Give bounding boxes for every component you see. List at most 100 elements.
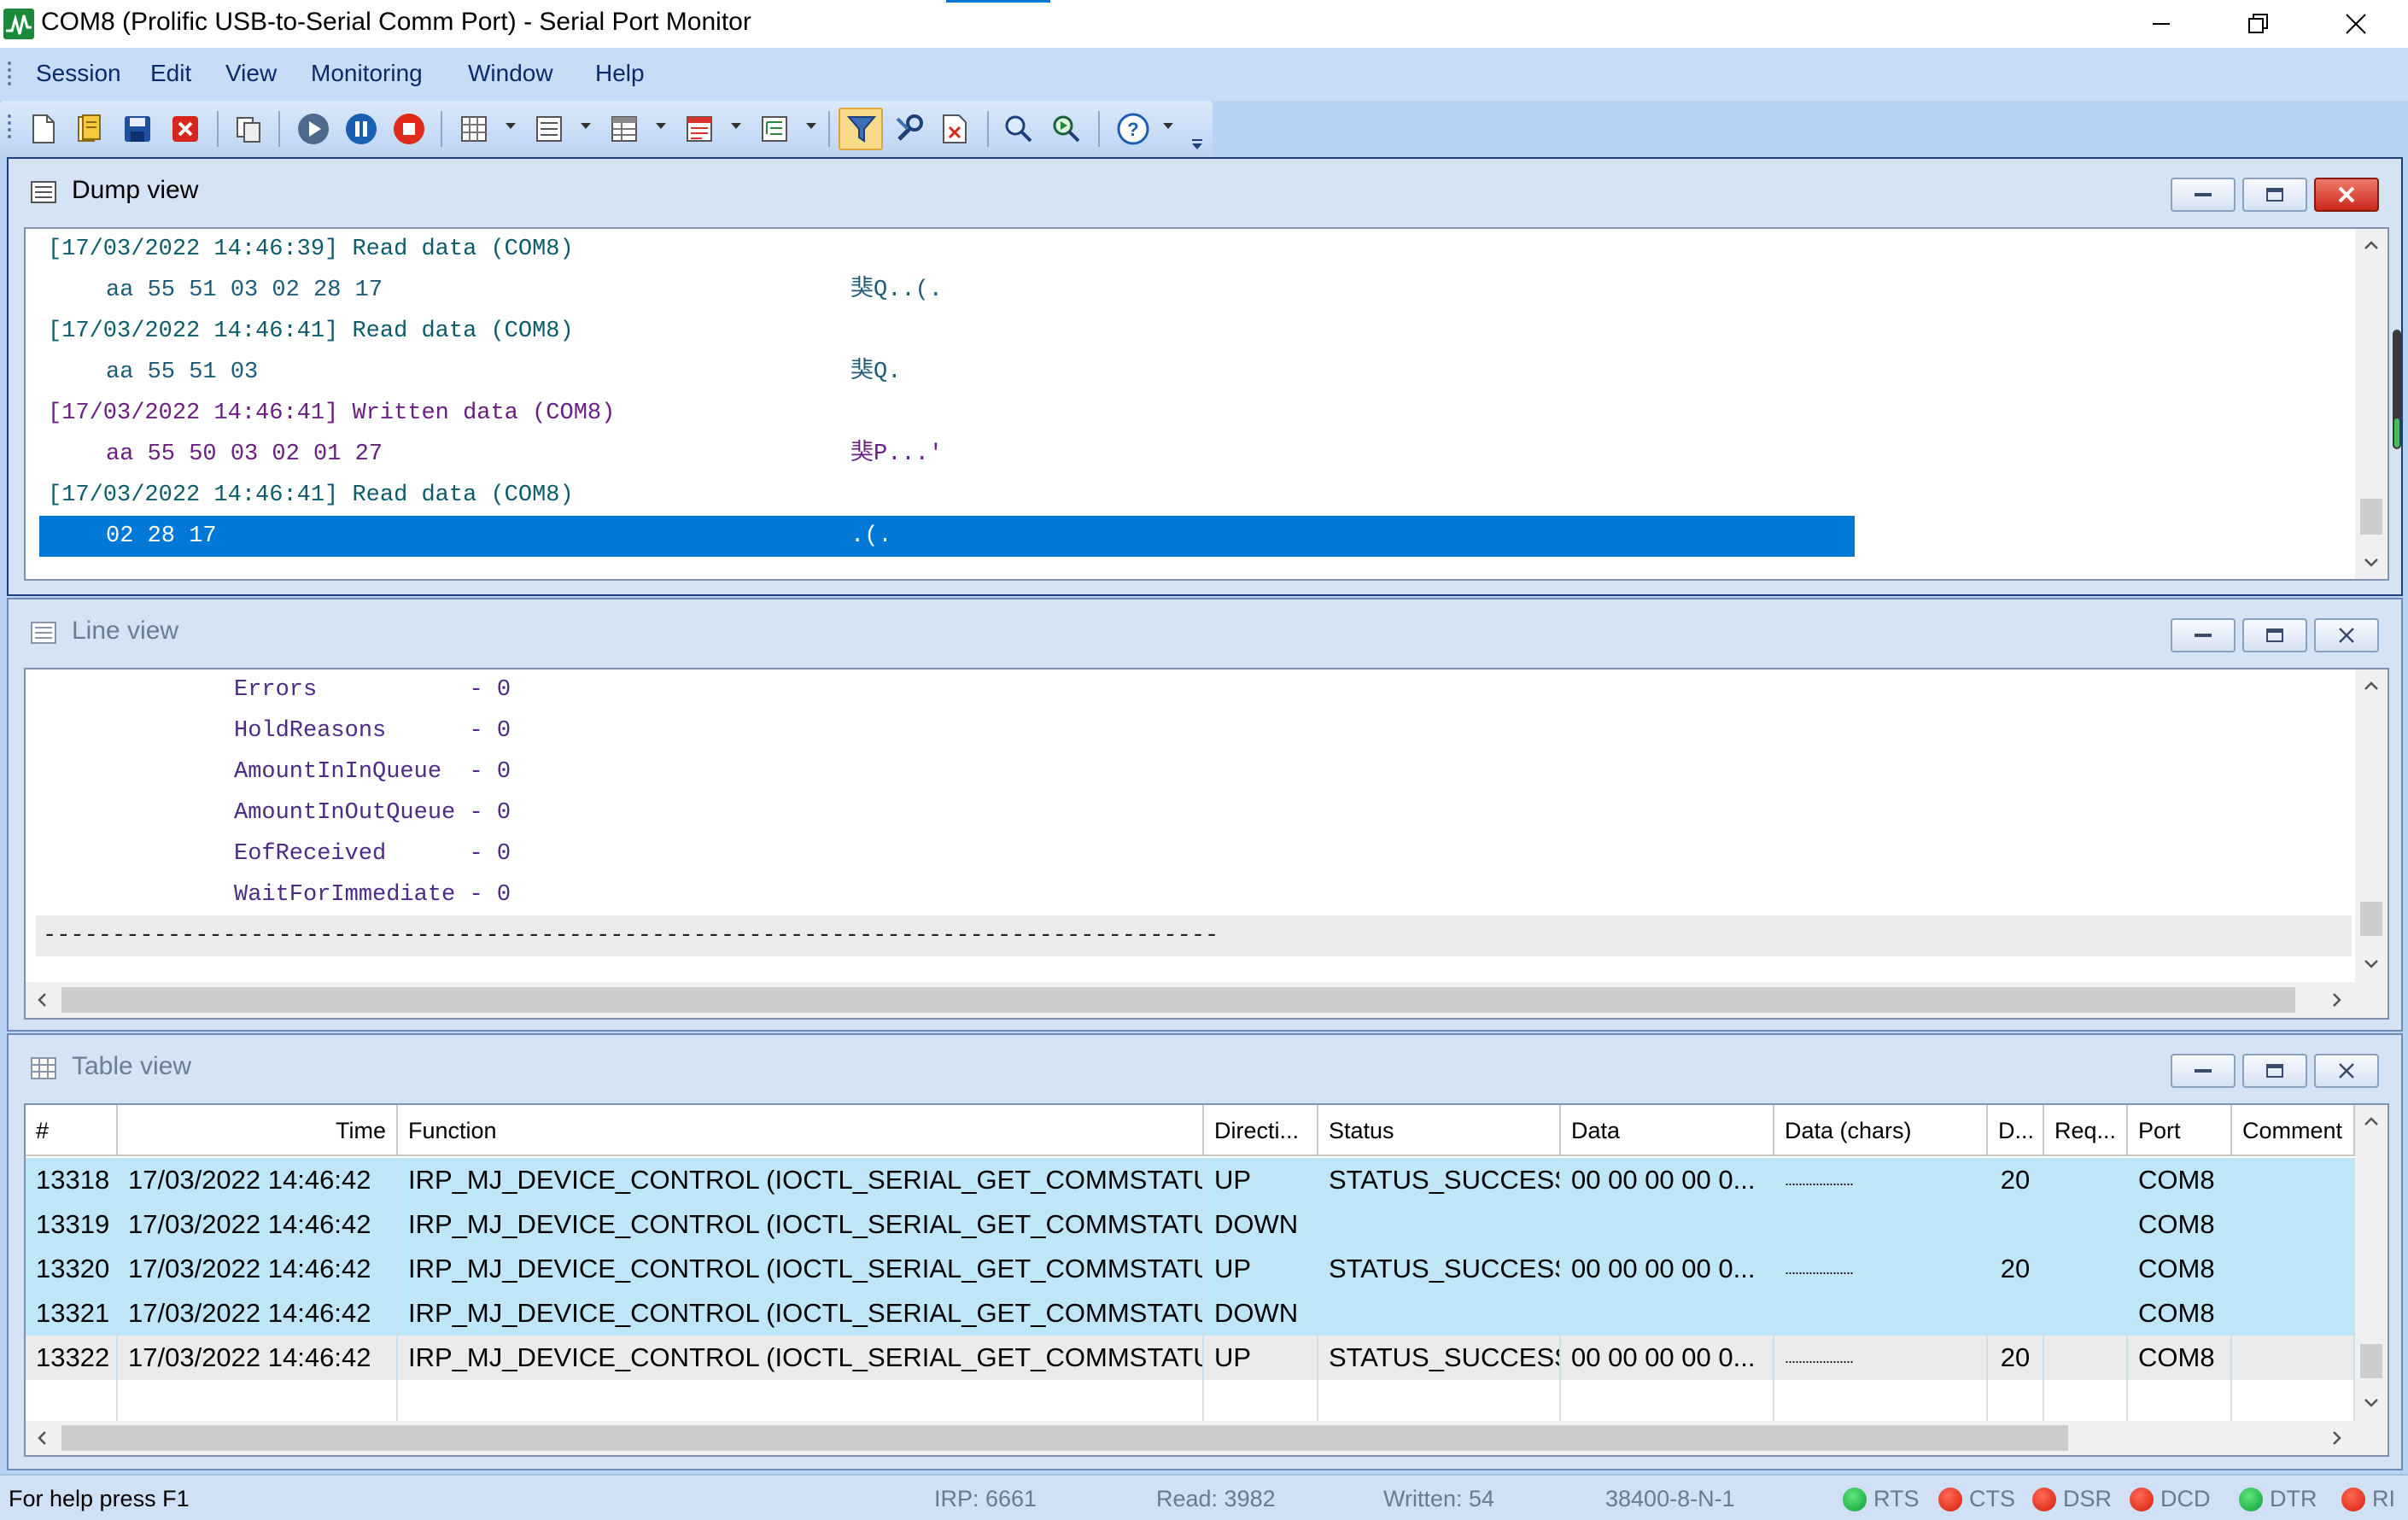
minimize-button[interactable] (2113, 0, 2210, 48)
panel-close-button[interactable] (2314, 178, 2379, 212)
menu-view[interactable]: View (225, 60, 277, 87)
panel-minimize-button[interactable] (2171, 618, 2236, 652)
settings-icon[interactable] (890, 109, 929, 149)
chevron-down-icon[interactable] (506, 123, 516, 129)
chevron-down-icon[interactable] (1163, 123, 1173, 129)
panel-close-button[interactable] (2314, 1054, 2379, 1088)
scroll-thumb[interactable] (61, 987, 2295, 1013)
find-next-icon[interactable] (1047, 109, 1086, 149)
cell-data-size: 20 (1988, 1158, 2044, 1202)
panel-restore-button[interactable] (2242, 178, 2307, 212)
vertical-scrollbar[interactable] (2355, 669, 2388, 982)
horizontal-scrollbar[interactable] (26, 1421, 2388, 1455)
table-view-icon[interactable] (605, 109, 644, 149)
status-written-count: Written: 54 (1383, 1486, 1495, 1511)
panel-minimize-button[interactable] (2171, 178, 2236, 212)
tree-view-icon[interactable] (755, 109, 794, 149)
close-button[interactable] (2307, 0, 2405, 48)
cell-data (1561, 1202, 1774, 1247)
panel-restore-button[interactable] (2242, 1054, 2307, 1088)
scroll-left-icon[interactable] (29, 987, 55, 1013)
close-session-icon[interactable] (166, 109, 205, 149)
table-view-content[interactable]: # Time Function Directi... Status Data D… (24, 1103, 2389, 1457)
table-row[interactable]: 13319 17/03/2022 14:46:42 IRP_MJ_DEVICE_CO… (26, 1202, 2355, 1247)
separator-line: ----------------------------------------… (43, 923, 1219, 949)
scroll-down-icon[interactable] (2358, 951, 2384, 977)
panel-title: Dump view (72, 176, 199, 204)
column-header-time[interactable]: Time (118, 1105, 398, 1156)
column-header-data-chars[interactable]: Data (chars) (1774, 1105, 1988, 1156)
table-row[interactable]: 13322 17/03/2022 14:46:42 IRP_MJ_DEVICE_CO… (26, 1336, 2355, 1380)
chevron-down-icon[interactable] (581, 123, 591, 129)
list-view-icon[interactable] (529, 109, 569, 149)
new-session-icon[interactable] (24, 109, 63, 149)
scroll-right-icon[interactable] (2324, 987, 2350, 1013)
scroll-down-icon[interactable] (2358, 1390, 2384, 1416)
column-header-direction[interactable]: Directi... (1204, 1105, 1318, 1156)
pause-icon[interactable] (342, 109, 381, 149)
vertical-scrollbar[interactable] (2355, 1105, 2388, 1421)
chevron-down-icon[interactable] (806, 123, 816, 129)
menu-session[interactable]: Session (36, 60, 121, 87)
menu-edit[interactable]: Edit (150, 60, 191, 87)
panel-restore-button[interactable] (2242, 618, 2307, 652)
column-header-comment[interactable]: Comment (2232, 1105, 2355, 1156)
save-icon[interactable] (118, 109, 157, 149)
panel-close-button[interactable] (2314, 618, 2379, 652)
clear-icon[interactable] (936, 109, 975, 149)
cell-comment (2232, 1291, 2355, 1336)
cell-data-chars (1774, 1202, 1988, 1247)
dump-chars: .(. (850, 523, 892, 549)
open-session-icon[interactable] (70, 109, 109, 149)
filter-icon[interactable] (842, 109, 881, 149)
line-view-content[interactable]: Errors - 0 HoldReasons - 0 AmountInInQue… (24, 668, 2389, 1020)
customize-icon[interactable] (1189, 135, 1206, 152)
cell-direction: DOWN (1204, 1202, 1318, 1247)
column-header-data-size[interactable]: D... (1988, 1105, 2044, 1156)
scroll-right-icon[interactable] (2324, 1425, 2350, 1451)
column-header-request[interactable]: Req... (2044, 1105, 2128, 1156)
line-item: AmountInInQueue - 0 (234, 759, 511, 785)
column-header-data[interactable]: Data (1561, 1105, 1774, 1156)
menu-monitoring[interactable]: Monitoring (311, 60, 423, 87)
scroll-up-icon[interactable] (2358, 232, 2384, 258)
table-row[interactable]: 13321 17/03/2022 14:46:42 IRP_MJ_DEVICE_CO… (26, 1291, 2355, 1336)
scroll-up-icon[interactable] (2358, 1108, 2384, 1134)
dump-view-icon[interactable] (680, 109, 719, 149)
table-row[interactable]: 13320 17/03/2022 14:46:42 IRP_MJ_DEVICE_CO… (26, 1247, 2355, 1291)
scroll-down-icon[interactable] (2358, 550, 2384, 576)
grid-view-icon[interactable] (454, 109, 494, 149)
table-view-panel: Table view # Time Function Directi... St… (7, 1033, 2403, 1470)
find-icon[interactable] (999, 109, 1038, 149)
column-header-number[interactable]: # (26, 1105, 118, 1156)
led-label: RI (2372, 1486, 2395, 1511)
copy-icon[interactable] (229, 109, 268, 149)
help-icon[interactable]: ? (1113, 109, 1153, 149)
cell-data-size (1988, 1202, 2044, 1247)
scroll-left-icon[interactable] (29, 1425, 55, 1451)
column-header-port[interactable]: Port (2128, 1105, 2232, 1156)
scroll-up-icon[interactable] (2358, 673, 2384, 699)
menu-help[interactable]: Help (595, 60, 645, 87)
horizontal-scrollbar[interactable] (26, 982, 2388, 1018)
restore-button[interactable] (2210, 0, 2307, 48)
dump-view-content[interactable]: [17/03/2022 14:46:39] Read data (COM8) a… (24, 227, 2389, 581)
cell-time: 17/03/2022 14:46:42 (118, 1247, 398, 1291)
chevron-down-icon[interactable] (731, 123, 741, 129)
table-row[interactable]: 13318 17/03/2022 14:46:42 IRP_MJ_DEVICE_CO… (26, 1158, 2355, 1202)
scroll-thumb[interactable] (2360, 1344, 2382, 1378)
column-header-status[interactable]: Status (1318, 1105, 1561, 1156)
scroll-thumb[interactable] (2360, 902, 2382, 936)
scroll-thumb[interactable] (61, 1425, 2068, 1451)
start-icon[interactable] (294, 109, 333, 149)
panel-minimize-button[interactable] (2171, 1054, 2236, 1088)
column-header-function[interactable]: Function (398, 1105, 1204, 1156)
cell-status (1318, 1291, 1561, 1336)
scroll-thumb[interactable] (2360, 499, 2382, 535)
vertical-scrollbar[interactable] (2355, 229, 2388, 579)
menu-window[interactable]: Window (468, 60, 553, 87)
stop-icon[interactable] (389, 109, 429, 149)
status-bar: For help press F1 IRP: 6661 Read: 3982 W… (0, 1474, 2408, 1520)
cell-direction: UP (1204, 1158, 1318, 1202)
chevron-down-icon[interactable] (656, 123, 666, 129)
